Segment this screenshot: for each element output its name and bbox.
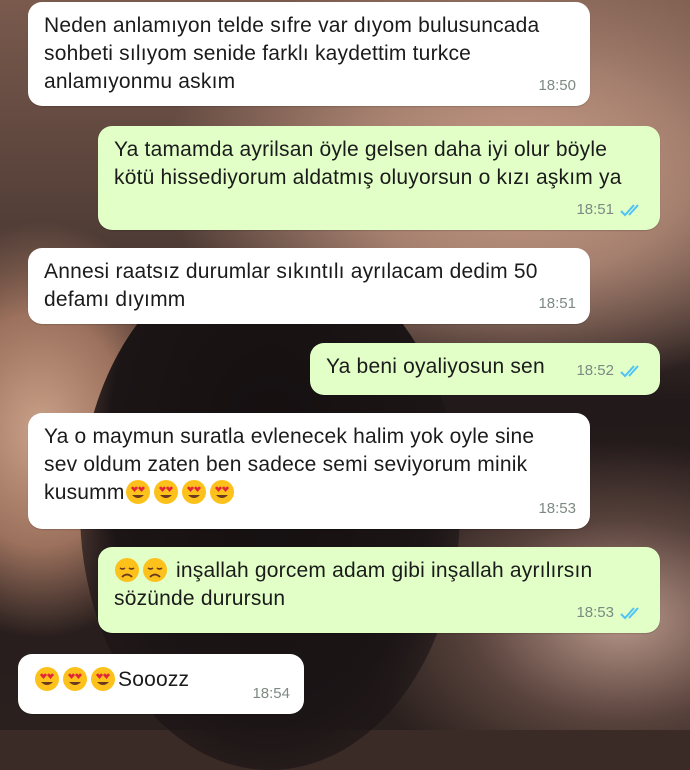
message-time: 18:53 (576, 604, 614, 621)
heart-eyes-emoji-icon (35, 667, 59, 691)
message-text: inşallah gorcem adam gibi inşallah ayrıl… (114, 557, 644, 613)
message-bubble-outgoing[interactable]: Ya beni oyaliyosun sen 18:52 (310, 343, 660, 395)
double-check-read-icon (620, 204, 639, 217)
message-bubble-incoming[interactable]: Ya o maymun suratla evlenecek halim yok … (28, 413, 590, 529)
message-bubble-outgoing[interactable]: Ya tamamda ayrilsan öyle gelsen daha iyi… (98, 126, 660, 230)
disappointed-emoji-icon (143, 558, 167, 582)
message-meta: 18:53 (576, 599, 646, 627)
message-meta: 18:53 (538, 495, 576, 523)
message-text-content: Ya o maymun suratla evlenecek halim yok … (44, 425, 535, 504)
message-meta: 18:52 (576, 357, 646, 385)
message-text: Neden anlamıyon telde sıfre var dıyom bu… (44, 14, 540, 93)
message-time: 18:51 (538, 295, 576, 312)
heart-eyes-emoji-icon (153, 480, 178, 504)
message-time: 18:53 (538, 500, 576, 517)
message-meta: 18:51 (576, 196, 646, 224)
message-meta: 18:54 (252, 680, 290, 708)
message-text-content: inşallah gorcem adam gibi inşallah ayrıl… (114, 559, 593, 610)
message-text: Ya beni oyaliyosun sen (326, 355, 545, 378)
message-time: 18:52 (576, 362, 614, 379)
message-bubble-outgoing[interactable]: inşallah gorcem adam gibi inşallah ayrıl… (98, 547, 660, 633)
message-text: Ya o maymun suratla evlenecek halim yok … (44, 423, 564, 507)
message-text: Annesi raatsız durumlar sıkıntılı ayrıla… (44, 260, 538, 311)
message-bubble-incoming[interactable]: Annesi raatsız durumlar sıkıntılı ayrıla… (28, 248, 590, 324)
message-text: Sooozz (34, 664, 288, 694)
message-time: 18:50 (538, 77, 576, 94)
message-list[interactable]: Neden anlamıyon telde sıfre var dıyom bu… (0, 0, 690, 730)
heart-eyes-emoji-icon (125, 480, 150, 504)
message-text-content: Sooozz (118, 668, 190, 691)
heart-eyes-emoji-icon (91, 667, 115, 691)
message-bubble-incoming[interactable]: Sooozz 18:54 (18, 654, 304, 714)
heart-eyes-emoji-icon (63, 667, 87, 691)
message-time: 18:54 (252, 685, 290, 702)
message-bubble-incoming[interactable]: Neden anlamıyon telde sıfre var dıyom bu… (28, 2, 590, 106)
disappointed-emoji-icon (115, 558, 139, 582)
message-meta: 18:51 (538, 290, 576, 318)
double-check-read-icon (620, 365, 639, 378)
message-text: Ya tamamda ayrilsan öyle gelsen daha iyi… (114, 138, 622, 189)
heart-eyes-emoji-icon (181, 480, 206, 504)
message-meta: 18:50 (538, 72, 576, 100)
heart-eyes-emoji-icon (209, 480, 234, 504)
double-check-read-icon (620, 607, 639, 620)
message-time: 18:51 (576, 201, 614, 218)
